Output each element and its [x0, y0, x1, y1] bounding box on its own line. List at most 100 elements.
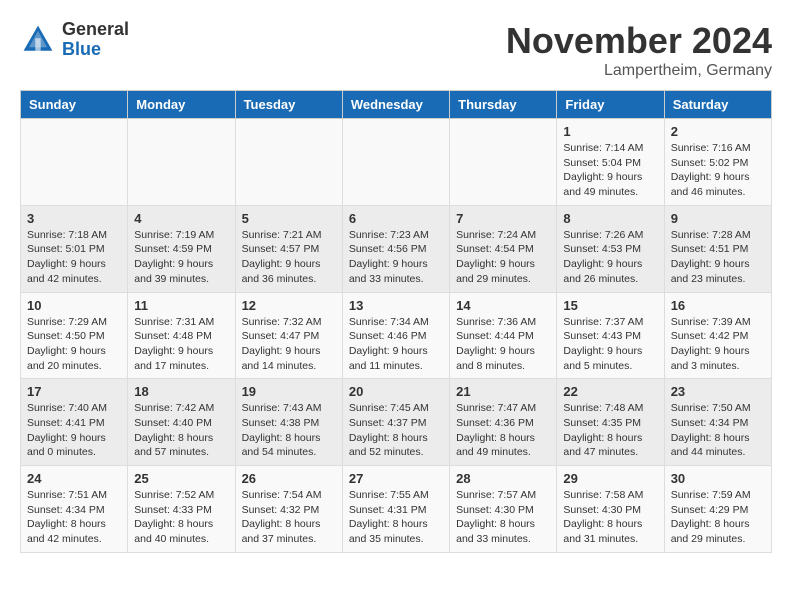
day-info: Sunrise: 7:42 AM Sunset: 4:40 PM Dayligh… [134, 401, 228, 460]
day-info: Sunrise: 7:31 AM Sunset: 4:48 PM Dayligh… [134, 315, 228, 374]
day-number: 1 [563, 124, 657, 139]
title-section: November 2024 Lampertheim, Germany [506, 20, 772, 80]
day-number: 23 [671, 384, 765, 399]
calendar-week-row: 17Sunrise: 7:40 AM Sunset: 4:41 PM Dayli… [21, 379, 772, 466]
day-info: Sunrise: 7:57 AM Sunset: 4:30 PM Dayligh… [456, 488, 550, 547]
day-info: Sunrise: 7:19 AM Sunset: 4:59 PM Dayligh… [134, 228, 228, 287]
calendar-cell: 26 Sunrise: 7:54 AM Sunset: 4:32 PM Dayli… [235, 466, 342, 553]
logo: General Blue [20, 20, 129, 60]
day-info: Sunrise: 7:23 AM Sunset: 4:56 PM Dayligh… [349, 228, 443, 287]
day-number: 12 [242, 298, 336, 313]
calendar-cell: 17Sunrise: 7:40 AM Sunset: 4:41 PM Dayli… [21, 379, 128, 466]
calendar-cell: 3 Sunrise: 7:18 AM Sunset: 5:01 PM Daylig… [21, 205, 128, 292]
column-header-sunday: Sunday [21, 91, 128, 119]
day-info: Sunrise: 7:54 AM Sunset: 4:32 PM Dayligh… [242, 488, 336, 547]
day-info: Sunrise: 7:55 AM Sunset: 4:31 PM Dayligh… [349, 488, 443, 547]
column-header-wednesday: Wednesday [342, 91, 449, 119]
calendar-cell: 24 Sunrise: 7:51 AM Sunset: 4:34 PM Dayli… [21, 466, 128, 553]
calendar-cell [21, 119, 128, 206]
day-number: 15 [563, 298, 657, 313]
day-info: Sunrise: 7:29 AM Sunset: 4:50 PM Dayligh… [27, 315, 121, 374]
day-number: 30 [671, 471, 765, 486]
day-number: 5 [242, 211, 336, 226]
calendar-header-row: SundayMondayTuesdayWednesdayThursdayFrid… [21, 91, 772, 119]
calendar-cell: 30 Sunrise: 7:59 AM Sunset: 4:29 PM Dayli… [664, 466, 771, 553]
calendar-cell [450, 119, 557, 206]
calendar-cell: 13 Sunrise: 7:34 AM Sunset: 4:46 PM Dayli… [342, 292, 449, 379]
day-info: Sunrise: 7:32 AM Sunset: 4:47 PM Dayligh… [242, 315, 336, 374]
day-number: 28 [456, 471, 550, 486]
day-info: Sunrise: 7:47 AM Sunset: 4:36 PM Dayligh… [456, 401, 550, 460]
calendar-cell: 9 Sunrise: 7:28 AM Sunset: 4:51 PM Daylig… [664, 205, 771, 292]
day-info: Sunrise: 7:58 AM Sunset: 4:30 PM Dayligh… [563, 488, 657, 547]
day-info: Sunrise: 7:45 AM Sunset: 4:37 PM Dayligh… [349, 401, 443, 460]
day-number: 24 [27, 471, 121, 486]
day-info: Sunrise: 7:34 AM Sunset: 4:46 PM Dayligh… [349, 315, 443, 374]
day-number: 16 [671, 298, 765, 313]
calendar-table: SundayMondayTuesdayWednesdayThursdayFrid… [20, 90, 772, 553]
day-number: 13 [349, 298, 443, 313]
day-number: 11 [134, 298, 228, 313]
calendar-week-row: 24 Sunrise: 7:51 AM Sunset: 4:34 PM Dayli… [21, 466, 772, 553]
column-header-monday: Monday [128, 91, 235, 119]
calendar-cell: 7Sunrise: 7:24 AM Sunset: 4:54 PM Daylig… [450, 205, 557, 292]
day-number: 25 [134, 471, 228, 486]
calendar-cell: 15 Sunrise: 7:37 AM Sunset: 4:43 PM Dayli… [557, 292, 664, 379]
day-info: Sunrise: 7:36 AM Sunset: 4:44 PM Dayligh… [456, 315, 550, 374]
day-number: 21 [456, 384, 550, 399]
day-info: Sunrise: 7:59 AM Sunset: 4:29 PM Dayligh… [671, 488, 765, 547]
day-number: 20 [349, 384, 443, 399]
calendar-cell [235, 119, 342, 206]
day-number: 2 [671, 124, 765, 139]
calendar-cell: 6 Sunrise: 7:23 AM Sunset: 4:56 PM Daylig… [342, 205, 449, 292]
day-number: 14 [456, 298, 550, 313]
calendar-cell: 8 Sunrise: 7:26 AM Sunset: 4:53 PM Daylig… [557, 205, 664, 292]
day-number: 7 [456, 211, 550, 226]
calendar-week-row: 1Sunrise: 7:14 AM Sunset: 5:04 PM Daylig… [21, 119, 772, 206]
calendar-cell: 4 Sunrise: 7:19 AM Sunset: 4:59 PM Daylig… [128, 205, 235, 292]
calendar-cell [128, 119, 235, 206]
day-info: Sunrise: 7:51 AM Sunset: 4:34 PM Dayligh… [27, 488, 121, 547]
calendar-week-row: 10Sunrise: 7:29 AM Sunset: 4:50 PM Dayli… [21, 292, 772, 379]
calendar-cell: 14 Sunrise: 7:36 AM Sunset: 4:44 PM Dayli… [450, 292, 557, 379]
day-number: 3 [27, 211, 121, 226]
day-info: Sunrise: 7:43 AM Sunset: 4:38 PM Dayligh… [242, 401, 336, 460]
day-number: 27 [349, 471, 443, 486]
day-info: Sunrise: 7:26 AM Sunset: 4:53 PM Dayligh… [563, 228, 657, 287]
day-info: Sunrise: 7:28 AM Sunset: 4:51 PM Dayligh… [671, 228, 765, 287]
day-number: 22 [563, 384, 657, 399]
calendar-cell: 19 Sunrise: 7:43 AM Sunset: 4:38 PM Dayli… [235, 379, 342, 466]
month-title: November 2024 [506, 20, 772, 62]
calendar-cell: 5 Sunrise: 7:21 AM Sunset: 4:57 PM Daylig… [235, 205, 342, 292]
calendar-cell: 27 Sunrise: 7:55 AM Sunset: 4:31 PM Dayli… [342, 466, 449, 553]
day-number: 26 [242, 471, 336, 486]
day-info: Sunrise: 7:18 AM Sunset: 5:01 PM Dayligh… [27, 228, 121, 287]
day-number: 18 [134, 384, 228, 399]
day-number: 19 [242, 384, 336, 399]
calendar-cell: 16Sunrise: 7:39 AM Sunset: 4:42 PM Dayli… [664, 292, 771, 379]
calendar-cell: 22 Sunrise: 7:48 AM Sunset: 4:35 PM Dayli… [557, 379, 664, 466]
calendar-cell: 25Sunrise: 7:52 AM Sunset: 4:33 PM Dayli… [128, 466, 235, 553]
calendar-cell: 20 Sunrise: 7:45 AM Sunset: 4:37 PM Dayli… [342, 379, 449, 466]
day-number: 29 [563, 471, 657, 486]
day-info: Sunrise: 7:50 AM Sunset: 4:34 PM Dayligh… [671, 401, 765, 460]
day-info: Sunrise: 7:37 AM Sunset: 4:43 PM Dayligh… [563, 315, 657, 374]
calendar-cell [342, 119, 449, 206]
day-number: 8 [563, 211, 657, 226]
calendar-body: 1Sunrise: 7:14 AM Sunset: 5:04 PM Daylig… [21, 119, 772, 553]
calendar-cell: 21 Sunrise: 7:47 AM Sunset: 4:36 PM Dayli… [450, 379, 557, 466]
column-header-thursday: Thursday [450, 91, 557, 119]
page-header: General Blue November 2024 Lampertheim, … [20, 20, 772, 80]
day-number: 6 [349, 211, 443, 226]
day-info: Sunrise: 7:48 AM Sunset: 4:35 PM Dayligh… [563, 401, 657, 460]
calendar-cell: 10Sunrise: 7:29 AM Sunset: 4:50 PM Dayli… [21, 292, 128, 379]
calendar-cell: 12 Sunrise: 7:32 AM Sunset: 4:47 PM Dayli… [235, 292, 342, 379]
logo-text: General Blue [62, 20, 129, 60]
day-number: 9 [671, 211, 765, 226]
day-info: Sunrise: 7:40 AM Sunset: 4:41 PM Dayligh… [27, 401, 121, 460]
day-number: 4 [134, 211, 228, 226]
calendar-cell: 23 Sunrise: 7:50 AM Sunset: 4:34 PM Dayli… [664, 379, 771, 466]
calendar-cell: 18 Sunrise: 7:42 AM Sunset: 4:40 PM Dayli… [128, 379, 235, 466]
day-info: Sunrise: 7:16 AM Sunset: 5:02 PM Dayligh… [671, 141, 765, 200]
day-info: Sunrise: 7:21 AM Sunset: 4:57 PM Dayligh… [242, 228, 336, 287]
